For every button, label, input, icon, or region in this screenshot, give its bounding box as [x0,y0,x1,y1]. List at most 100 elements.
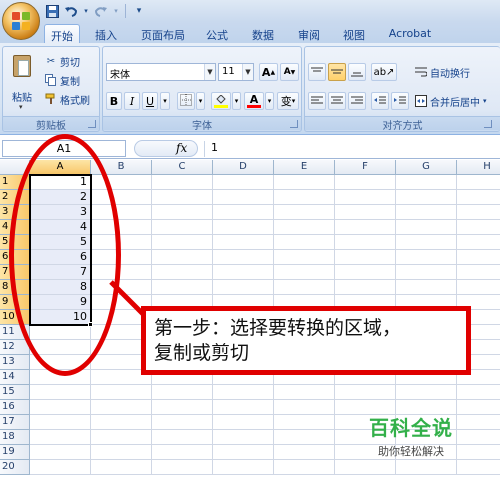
formula-input[interactable]: 1 [204,141,498,157]
cell-g15[interactable] [396,385,457,400]
align-right-button[interactable] [348,92,366,110]
clipboard-launcher-icon[interactable] [88,120,96,128]
cell-d6[interactable] [213,250,274,265]
cell-b19[interactable] [91,445,152,460]
cell-d20[interactable] [213,460,274,475]
cell-e8[interactable] [274,280,335,295]
cell-e5[interactable] [274,235,335,250]
row-header-14[interactable]: 14 [0,370,30,385]
undo-icon[interactable] [63,3,79,19]
cell-e1[interactable] [274,175,335,190]
cell-e7[interactable] [274,265,335,280]
tab-page-layout[interactable]: 页面布局 [136,24,190,44]
cell-h8[interactable] [457,280,500,295]
undo-dropdown-icon[interactable]: ▾ [82,3,90,19]
font-color-button[interactable]: A [244,92,264,110]
font-color-dropdown-icon[interactable]: ▾ [265,92,274,110]
row-header-13[interactable]: 13 [0,355,30,370]
cell-c8[interactable] [152,280,213,295]
cell-h6[interactable] [457,250,500,265]
tab-acrobat[interactable]: Acrobat [383,24,437,44]
cell-c18[interactable] [152,430,213,445]
cell-e20[interactable] [274,460,335,475]
redo-icon[interactable] [93,3,109,19]
redo-dropdown-icon[interactable]: ▾ [112,3,120,19]
customize-icon[interactable]: ▾ [131,3,147,19]
column-header-e[interactable]: E [274,160,335,175]
row-header-18[interactable]: 18 [0,430,30,445]
tab-view[interactable]: 视图 [337,24,371,44]
cell-a20[interactable] [30,460,91,475]
row-header-16[interactable]: 16 [0,400,30,415]
column-header-f[interactable]: F [335,160,396,175]
cell-d5[interactable] [213,235,274,250]
align-center-button[interactable] [328,92,346,110]
cell-a15[interactable] [30,385,91,400]
cell-a17[interactable] [30,415,91,430]
shrink-font-button[interactable]: A ▼ [280,63,299,81]
align-bottom-button[interactable] [348,63,366,81]
decrease-indent-button[interactable] [371,92,389,110]
cell-h5[interactable] [457,235,500,250]
cell-h4[interactable] [457,220,500,235]
underline-dropdown-icon[interactable]: ▾ [160,92,170,110]
tab-home[interactable]: 开始 [44,24,80,44]
cell-c17[interactable] [152,415,213,430]
cell-c7[interactable] [152,265,213,280]
merge-center-button[interactable]: 合并后居中 ▾ [415,93,487,109]
paste-button[interactable]: 粘贴 ▾ [7,53,37,111]
cell-d17[interactable] [213,415,274,430]
fill-color-dropdown-icon[interactable]: ▾ [232,92,241,110]
cell-f2[interactable] [335,190,396,205]
cell-e19[interactable] [274,445,335,460]
cell-f6[interactable] [335,250,396,265]
cell-e6[interactable] [274,250,335,265]
cell-f15[interactable] [335,385,396,400]
cell-c20[interactable] [152,460,213,475]
cut-button[interactable]: ✂ 剪切 [45,53,80,69]
cell-f5[interactable] [335,235,396,250]
cell-a16[interactable] [30,400,91,415]
font-name-dropdown-icon[interactable]: ▼ [204,64,215,80]
italic-button[interactable]: I [124,92,140,110]
cell-f7[interactable] [335,265,396,280]
cell-e18[interactable] [274,430,335,445]
row-header-20[interactable]: 20 [0,460,30,475]
cell-b17[interactable] [91,415,152,430]
cell-e17[interactable] [274,415,335,430]
align-top-button[interactable] [308,63,326,81]
cell-g3[interactable] [396,205,457,220]
cell-f1[interactable] [335,175,396,190]
insert-function-icon[interactable]: fx [176,141,187,155]
format-painter-button[interactable]: 格式刷 [45,91,90,107]
cell-c6[interactable] [152,250,213,265]
cell-d7[interactable] [213,265,274,280]
cell-f8[interactable] [335,280,396,295]
cell-e4[interactable] [274,220,335,235]
grow-font-button[interactable]: A ▲ [259,63,278,81]
tab-data[interactable]: 数据 [246,24,280,44]
cell-c19[interactable] [152,445,213,460]
cell-f4[interactable] [335,220,396,235]
cell-g7[interactable] [396,265,457,280]
cell-g6[interactable] [396,250,457,265]
cell-g8[interactable] [396,280,457,295]
cell-g4[interactable] [396,220,457,235]
cell-c15[interactable] [152,385,213,400]
cell-a18[interactable] [30,430,91,445]
cell-h7[interactable] [457,265,500,280]
phonetic-button[interactable]: 变 ▾ [277,92,299,110]
cell-d16[interactable] [213,400,274,415]
save-icon[interactable] [44,3,60,19]
column-header-d[interactable]: D [213,160,274,175]
underline-button[interactable]: U [142,92,158,110]
wrap-text-button[interactable]: 自动换行 [415,64,470,80]
tab-review[interactable]: 审阅 [292,24,326,44]
cell-d19[interactable] [213,445,274,460]
cell-d2[interactable] [213,190,274,205]
cell-h1[interactable] [457,175,500,190]
cell-f3[interactable] [335,205,396,220]
office-button[interactable] [2,2,40,40]
cell-d15[interactable] [213,385,274,400]
column-header-h[interactable]: H [457,160,500,175]
